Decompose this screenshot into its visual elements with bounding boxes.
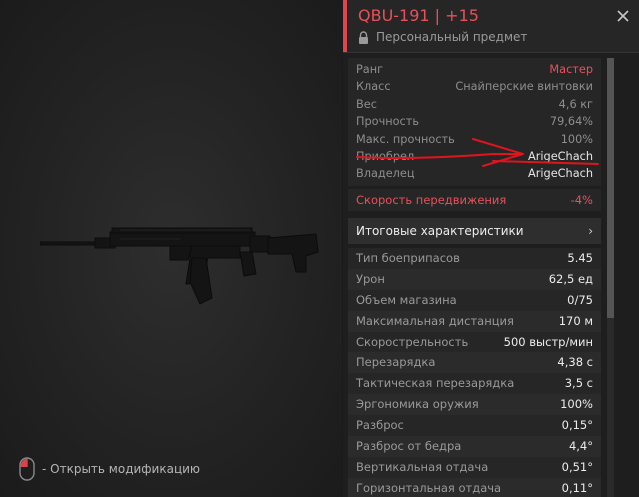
- stat-value: 4,4°: [568, 439, 593, 454]
- info-value: Мастер: [549, 63, 593, 76]
- stat-value: 100%: [560, 397, 593, 412]
- stat-value: 170 м: [558, 313, 593, 328]
- info-value: 79,64%: [549, 115, 593, 129]
- details-scroll-area[interactable]: Ранг Мастер Класс Снайперские винтовки В…: [343, 53, 639, 497]
- info-label: Владелец: [356, 167, 415, 181]
- item-subtitle: Персональный предмет: [358, 30, 527, 44]
- header-accent-bar: [343, 0, 347, 52]
- stat-row: Горизонтальная отдача 0,11°: [348, 477, 601, 497]
- mod-hint-text: - Открыть модификацию: [42, 462, 201, 476]
- stat-value: 0,11°: [561, 480, 593, 495]
- info-row-rank: Ранг Мастер: [348, 61, 601, 78]
- stat-label: Разброс от бедра: [356, 439, 462, 454]
- mod-hint: - Открыть модификацию: [18, 455, 200, 483]
- item-details-panel: QBU-191 | +15 Персональный предмет Ранг …: [343, 0, 639, 497]
- stat-value: 500 выстр/мин: [503, 334, 593, 349]
- stat-value: 5.45: [567, 251, 593, 265]
- lock-icon: [359, 30, 368, 44]
- info-row-owner: Владелец ArigeChach: [348, 165, 601, 182]
- stat-value: 3,5 с: [564, 376, 593, 391]
- weapon-image: [40, 227, 319, 305]
- stat-value: 0,15°: [561, 418, 593, 433]
- stat-label: Скорострельность: [356, 334, 469, 349]
- info-value: ArigeChach: [528, 167, 593, 181]
- details-scrollbar[interactable]: [607, 58, 614, 497]
- movement-speed-value: -4%: [570, 193, 593, 207]
- summary-characteristics-button[interactable]: Итоговые характеристики ›: [348, 218, 601, 244]
- stat-row: Тип боеприпасов 5.45: [348, 248, 601, 269]
- stat-label: Горизонтальная отдача: [356, 480, 502, 495]
- summary-label: Итоговые характеристики: [356, 224, 524, 238]
- scrollbar-thumb[interactable]: [607, 58, 614, 318]
- stat-row: Эргономика оружия 100%: [348, 394, 601, 416]
- item-preview: - Открыть модификацию: [0, 0, 342, 497]
- stat-label: Вертикальная отдача: [356, 459, 489, 474]
- chevron-right-icon: ›: [588, 224, 593, 238]
- mouse-icon: [19, 457, 35, 481]
- stat-label: Тактическая перезарядка: [356, 376, 515, 391]
- stat-label: Тип боеприпасов: [356, 251, 460, 265]
- stat-row: Разброс 0,15°: [348, 415, 601, 437]
- movement-speed-row: Скорость передвижения -4%: [348, 189, 601, 211]
- stats-list: Тип боеприпасов 5.45 Урон 62,5 ед Объем ма…: [348, 248, 601, 497]
- stat-value: 0/75: [567, 292, 593, 307]
- stat-row: Скорострельность 500 выстр/мин: [348, 331, 601, 353]
- stat-label: Урон: [356, 271, 385, 286]
- stat-label: Максимальная дистанция: [356, 313, 514, 328]
- stat-row: Объем магазина 0/75: [348, 289, 601, 311]
- stat-row: Перезарядка 4,38 с: [348, 352, 601, 374]
- close-icon[interactable]: [615, 8, 631, 24]
- info-label: Ранг: [356, 63, 384, 76]
- info-row-class: Класс Снайперские винтовки: [348, 78, 601, 95]
- stat-row: Разброс от бедра 4,4°: [348, 436, 601, 457]
- stat-row: Урон 62,5 ед: [348, 268, 601, 290]
- info-label: Приобрел: [356, 149, 415, 163]
- item-header: QBU-191 | +15 Персональный предмет: [343, 0, 639, 53]
- item-info: Ранг Мастер Класс Снайперские винтовки В…: [348, 58, 601, 186]
- info-value: Снайперские винтовки: [455, 80, 593, 94]
- info-row-max-durability: Макс. прочность 100%: [348, 131, 601, 148]
- info-row-weight: Вес 4,6 кг: [348, 96, 601, 113]
- stat-value: 4,38 с: [557, 355, 593, 370]
- info-value: 100%: [560, 132, 593, 146]
- movement-speed-label: Скорость передвижения: [356, 193, 507, 207]
- info-row-acquired-by: Приобрел ArigeChach: [348, 148, 601, 165]
- info-row-durability: Прочность 79,64%: [348, 113, 601, 130]
- info-label: Прочность: [356, 115, 419, 129]
- info-value: ArigeChach: [528, 149, 593, 163]
- item-title: QBU-191 | +15: [358, 6, 479, 25]
- stat-label: Перезарядка: [356, 355, 436, 370]
- item-subtitle-text: Персональный предмет: [376, 30, 528, 44]
- stat-label: Эргономика оружия: [356, 397, 479, 412]
- info-label: Макс. прочность: [356, 132, 455, 146]
- stat-value: 0,51°: [561, 459, 593, 474]
- info-label: Вес: [356, 97, 377, 111]
- stat-value: 62,5 ед: [548, 271, 593, 286]
- info-value: 4,6 кг: [558, 97, 593, 111]
- info-label: Класс: [356, 80, 391, 94]
- stat-row: Максимальная дистанция 170 м: [348, 310, 601, 332]
- stat-row: Вертикальная отдача 0,51°: [348, 456, 601, 478]
- stat-row: Тактическая перезарядка 3,5 с: [348, 373, 601, 395]
- stat-label: Объем магазина: [356, 292, 457, 307]
- stat-label: Разброс: [356, 418, 404, 433]
